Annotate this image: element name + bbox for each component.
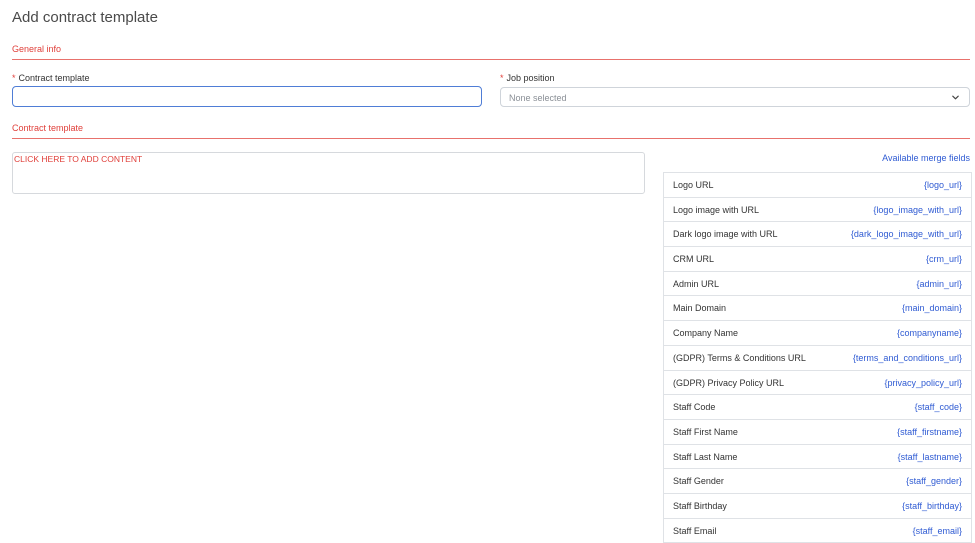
- merge-field-label: Logo image with URL: [673, 204, 760, 215]
- required-marker: *: [12, 73, 16, 83]
- merge-field-label: Staff Code: [673, 402, 716, 413]
- merge-field-row: Company Name {companyname}: [664, 321, 971, 346]
- section-divider: [12, 138, 970, 139]
- merge-field-label: Staff First Name: [673, 426, 738, 437]
- merge-field-key[interactable]: {logo_url}: [924, 180, 962, 190]
- job-position-label: * Job position: [500, 73, 555, 83]
- merge-field-row: Logo image with URL {logo_image_with_url}: [664, 198, 971, 223]
- merge-field-row: Staff Birthday {staff_birthday}: [664, 494, 971, 519]
- chevron-down-icon: [952, 95, 959, 100]
- merge-field-row: Logo URL {logo_url}: [664, 173, 971, 198]
- page-title: Add contract template: [12, 9, 158, 26]
- merge-field-row: CRM URL {crm_url}: [664, 247, 971, 272]
- merge-field-label: Staff Gender: [673, 476, 724, 487]
- merge-field-row: Staff Gender {staff_gender}: [664, 469, 971, 494]
- merge-field-row: Main Domain {main_domain}: [664, 296, 971, 322]
- merge-field-label: Staff Email: [673, 525, 717, 536]
- required-marker: *: [500, 73, 504, 83]
- merge-field-row: Staff First Name {staff_firstname}: [664, 420, 971, 445]
- merge-field-key[interactable]: {staff_lastname}: [898, 452, 962, 462]
- merge-field-key[interactable]: {crm_url}: [926, 254, 962, 264]
- editor-placeholder[interactable]: CLICK HERE TO ADD CONTENT: [14, 154, 142, 164]
- merge-field-key[interactable]: {staff_email}: [913, 526, 962, 536]
- merge-field-key[interactable]: {companyname}: [897, 328, 962, 338]
- job-position-label-text: Job position: [506, 73, 555, 83]
- available-merge-fields-link[interactable]: Available merge fields: [882, 153, 970, 163]
- section-divider: [12, 59, 970, 60]
- merge-field-label: CRM URL: [673, 254, 715, 265]
- merge-field-row: Staff Email {staff_email}: [664, 519, 971, 543]
- merge-field-row: Dark logo image with URL {dark_logo_image…: [664, 222, 971, 248]
- merge-fields-table: Logo URL {logo_url} Logo image with URL {lo…: [663, 172, 972, 543]
- merge-field-label: Staff Birthday: [673, 500, 727, 511]
- merge-field-label: (GDPR) Privacy Policy URL: [673, 377, 785, 388]
- merge-field-key[interactable]: {staff_birthday}: [902, 501, 962, 511]
- content-editor[interactable]: CLICK HERE TO ADD CONTENT: [12, 152, 645, 194]
- merge-field-row: (GDPR) Privacy Policy URL {privacy_policy…: [664, 371, 971, 396]
- contract-template-label-text: Contract template: [18, 73, 90, 83]
- merge-field-key[interactable]: {logo_image_with_url}: [873, 205, 962, 215]
- merge-field-label: Company Name: [673, 328, 739, 339]
- job-position-select[interactable]: None selected: [500, 87, 970, 107]
- merge-field-row: (GDPR) Terms & Conditions URL {terms_and_…: [664, 346, 971, 371]
- merge-field-label: (GDPR) Terms & Conditions URL: [673, 352, 806, 363]
- merge-field-key[interactable]: {main_domain}: [902, 303, 962, 313]
- merge-field-key[interactable]: {privacy_policy_url}: [884, 378, 962, 388]
- merge-field-key[interactable]: {staff_code}: [915, 402, 962, 412]
- merge-field-key[interactable]: {dark_logo_image_with_url}: [851, 229, 962, 239]
- merge-field-row: Admin URL {admin_url}: [664, 272, 971, 297]
- merge-field-label: Admin URL: [673, 278, 720, 289]
- job-position-select-value: None selected: [509, 93, 567, 103]
- section-title-contract-template: Contract template: [12, 123, 84, 133]
- contract-template-input[interactable]: [12, 86, 482, 107]
- merge-field-label: Dark logo image with URL: [673, 229, 778, 240]
- merge-field-key[interactable]: {staff_firstname}: [897, 427, 962, 437]
- merge-field-key[interactable]: {staff_gender}: [906, 476, 962, 486]
- merge-field-label: Staff Last Name: [673, 451, 738, 462]
- contract-template-label: * Contract template: [12, 73, 90, 83]
- merge-field-row: Staff Code {staff_code}: [664, 395, 971, 420]
- merge-field-key[interactable]: {admin_url}: [916, 279, 962, 289]
- section-title-general-info: General info: [12, 44, 62, 54]
- merge-field-label: Logo URL: [673, 180, 714, 190]
- merge-field-row: Staff Last Name {staff_lastname}: [664, 445, 971, 470]
- merge-field-key[interactable]: {terms_and_conditions_url}: [853, 353, 962, 363]
- merge-field-label: Main Domain: [673, 303, 727, 314]
